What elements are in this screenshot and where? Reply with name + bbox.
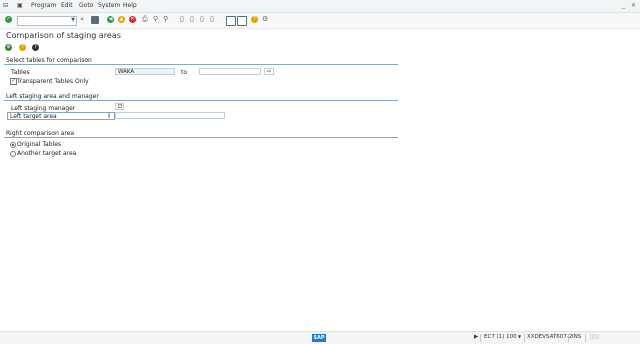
group-left-staging: Left staging area and manager Left stagi… [4, 93, 398, 127]
first-page-icon[interactable]: ▯ [180, 15, 184, 24]
program-help-icon[interactable]: ? [32, 44, 39, 51]
page-title: Comparison of staging areas [6, 31, 121, 40]
exit-icon[interactable]: ▲ [118, 16, 125, 23]
another-target-area-radio[interactable] [10, 151, 16, 157]
divider [585, 334, 586, 342]
menu-goto[interactable]: Goto [79, 2, 93, 9]
another-target-area-label: Another target area [17, 150, 77, 157]
shortcut-icon[interactable] [237, 16, 247, 26]
status-bar: SAP ▶ EC7 (1) 100 ▼ XXDEVSAT607-2 INS ▯▯… [0, 331, 640, 344]
find-next-icon[interactable]: ⚲ [163, 15, 168, 24]
minimize-icon[interactable]: _ [622, 2, 625, 9]
next-page-icon[interactable]: ▯ [200, 15, 204, 24]
previous-page-icon[interactable]: ▯ [190, 15, 194, 24]
tables-label: Tables [11, 69, 30, 76]
to-label: to [181, 69, 188, 76]
divider [524, 334, 525, 342]
group-title: Right comparison area [6, 130, 75, 137]
close-window-icon[interactable]: ✕ [631, 2, 636, 9]
enter-icon[interactable]: ✓ [5, 16, 12, 23]
find-icon[interactable]: ⚲ [153, 15, 158, 24]
chevron-down-icon[interactable]: ▼ [71, 17, 75, 23]
cancel-icon[interactable]: ✕ [129, 16, 136, 23]
help-icon[interactable]: ? [251, 16, 258, 23]
menu-edit[interactable]: Edit [61, 2, 73, 9]
divider [480, 334, 481, 342]
insert-mode: INS [572, 334, 582, 340]
system-menu-icon[interactable]: ⊟ [3, 2, 8, 9]
system-dropdown-icon[interactable]: ▼ [518, 334, 521, 339]
menu-help[interactable]: Help [123, 2, 137, 9]
status-extra-icon: ▯▯▯ [590, 334, 600, 340]
info-icon[interactable]: ? [19, 44, 26, 51]
left-target-area-label: Left target area [7, 112, 115, 120]
back-icon[interactable]: ◀ [107, 16, 114, 23]
group-right-comparison: Right comparison area Original Tables An… [4, 130, 398, 162]
window-controls: _ ✕ [622, 2, 636, 9]
left-staging-manager-label: Left staging manager [11, 105, 76, 112]
print-icon[interactable]: ⎙ [142, 15, 148, 24]
layout-menu-icon[interactable]: ▣ [17, 2, 23, 9]
last-page-icon[interactable]: ▯ [210, 15, 214, 24]
tables-to-input[interactable] [199, 68, 261, 75]
transparent-tables-label: Transparent Tables Only [17, 78, 89, 85]
multiple-selection-icon: ⇨ [266, 69, 272, 75]
double-left-icon[interactable]: « [80, 15, 84, 24]
original-tables-label: Original Tables [17, 141, 62, 148]
divider [568, 334, 569, 342]
group-title: Select tables for comparison [6, 57, 92, 64]
group-select-tables: Select tables for comparison Tables WAKA… [4, 57, 398, 91]
command-field[interactable]: ▼ [17, 16, 77, 26]
sap-logo: SAP [312, 334, 326, 342]
text-cursor-icon: I [108, 112, 111, 120]
standard-toolbar: ✓ ▼ « ◀ ▲ ✕ ⎙ ⚲ ⚲ ▯ ▯ ▯ ▯ ? ⚙ [0, 13, 640, 29]
original-tables-radio[interactable] [10, 142, 16, 148]
status-toggle-icon[interactable]: ▶ [474, 334, 478, 340]
new-session-icon[interactable] [226, 16, 236, 26]
left-target-area-input[interactable] [115, 112, 225, 119]
multiple-selection-button[interactable]: ⇨ [264, 68, 274, 75]
transparent-tables-checkbox[interactable]: ✓ [10, 78, 17, 85]
menu-bar: ⊟ ▣ Program Edit Goto System Help _ ✕ [0, 0, 640, 13]
menu-system[interactable]: System [98, 2, 120, 9]
server-info: XXDEVSAT607-2 [527, 334, 573, 340]
save-icon[interactable] [91, 16, 99, 24]
tables-from-input[interactable]: WAKA [115, 68, 175, 75]
group-title: Left staging area and manager [6, 93, 99, 100]
customize-layout-icon[interactable]: ⚙ [262, 15, 268, 24]
execute-icon[interactable]: ⊕ [5, 44, 12, 51]
system-info[interactable]: EC7 (1) 100 [484, 334, 517, 340]
menu-program[interactable]: Program [31, 2, 56, 9]
left-staging-manager-input[interactable]: D [115, 103, 124, 110]
